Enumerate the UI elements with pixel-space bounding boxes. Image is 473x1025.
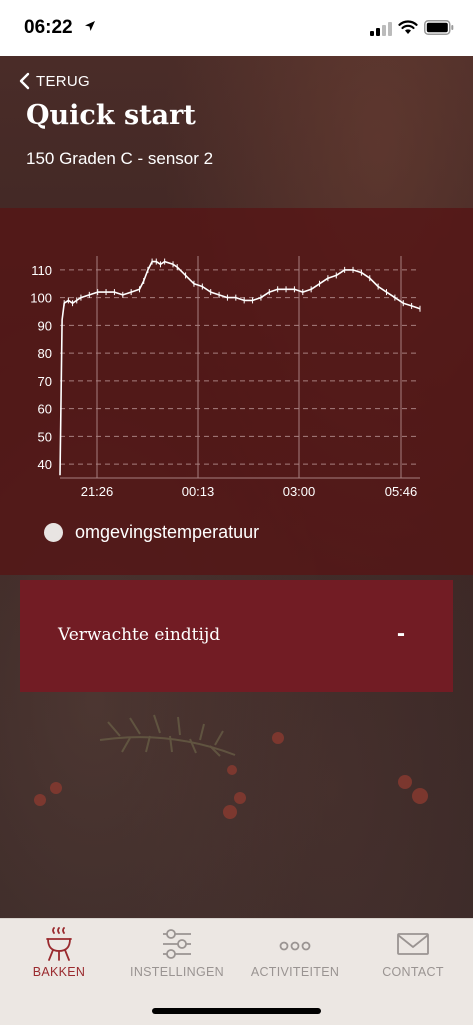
- y-tick-label: 110: [31, 263, 52, 278]
- sliders-icon: [163, 929, 191, 959]
- back-label: TERUG: [36, 72, 90, 90]
- x-tick-label: 05:46: [385, 484, 418, 499]
- tab-activiteiten[interactable]: ACTIVITEITEN: [236, 919, 354, 989]
- tab-label: ACTIVITEITEN: [250, 965, 340, 979]
- battery-icon: [424, 20, 454, 35]
- back-button[interactable]: TERUG: [18, 72, 90, 90]
- status-time: 06:22: [24, 17, 73, 38]
- y-tick-label: 80: [38, 346, 52, 361]
- x-tick-label: 03:00: [283, 484, 316, 499]
- expected-end-time-card[interactable]: Verwachte eindtijd -: [20, 580, 453, 692]
- legend-label: omgevingstemperatuur: [75, 522, 260, 542]
- temperature-chart: 110 100 90 80 70 60 50 40 21:26 00:13 03:00 05:46: [30, 256, 421, 499]
- legend-dot: [44, 523, 63, 542]
- grill-icon: [46, 927, 72, 961]
- expected-end-time-value: -: [397, 620, 405, 647]
- tab-bakken[interactable]: BAKKEN: [0, 919, 118, 989]
- x-tick-label: 00:13: [182, 484, 215, 499]
- y-tick-label: 50: [38, 429, 52, 444]
- home-indicator: [152, 1008, 321, 1014]
- chevron-left-icon: [19, 72, 30, 90]
- envelope-icon: [397, 933, 429, 955]
- tab-instellingen[interactable]: INSTELLINGEN: [118, 919, 236, 989]
- wifi-icon: [398, 20, 418, 34]
- x-tick-label: 21:26: [81, 484, 114, 499]
- status-bar: 06:22: [0, 0, 473, 56]
- y-tick-label: 60: [38, 402, 52, 417]
- legend-item-omgevingstemperatuur[interactable]: omgevingstemperatuur: [44, 522, 259, 543]
- tab-contact[interactable]: CONTACT: [354, 919, 472, 989]
- y-tick-label: 100: [30, 291, 52, 306]
- y-tick-label: 90: [38, 318, 52, 333]
- tab-label: BAKKEN: [32, 965, 86, 979]
- chart-panel: 110 100 90 80 70 60 50 40 21:26 00:13 03:00 05:46 o…: [0, 208, 473, 575]
- sensor-subtitle: 150 Graden C - sensor 2: [26, 149, 214, 168]
- tab-label: INSTELLINGEN: [130, 965, 224, 979]
- tab-label: CONTACT: [382, 965, 444, 979]
- y-tick-label: 40: [38, 457, 52, 472]
- cellular-signal-icon: [370, 22, 392, 36]
- location-arrow-icon: [85, 21, 95, 31]
- page-title: Quick start: [26, 100, 196, 131]
- dots-icon: [279, 941, 311, 951]
- expected-end-time-label: Verwachte eindtijd: [58, 625, 221, 645]
- y-tick-label: 70: [38, 374, 52, 389]
